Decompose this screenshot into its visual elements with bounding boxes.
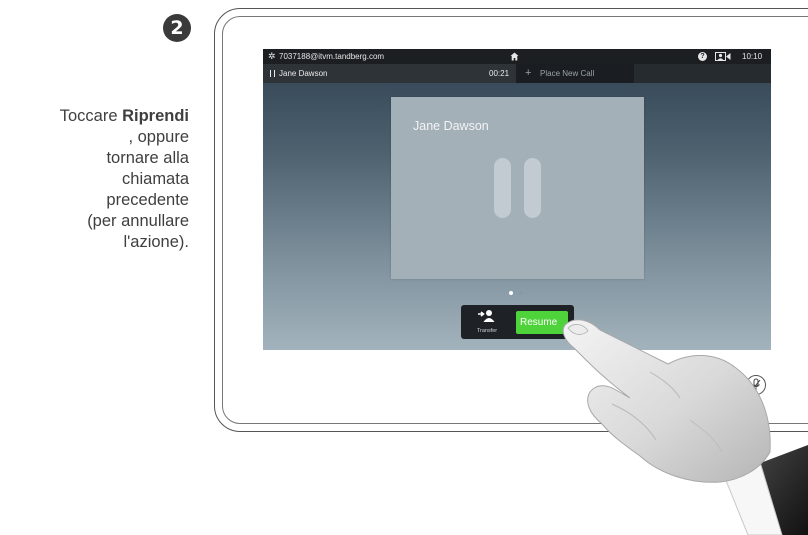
pointing-hand-illustration: [562, 319, 808, 535]
